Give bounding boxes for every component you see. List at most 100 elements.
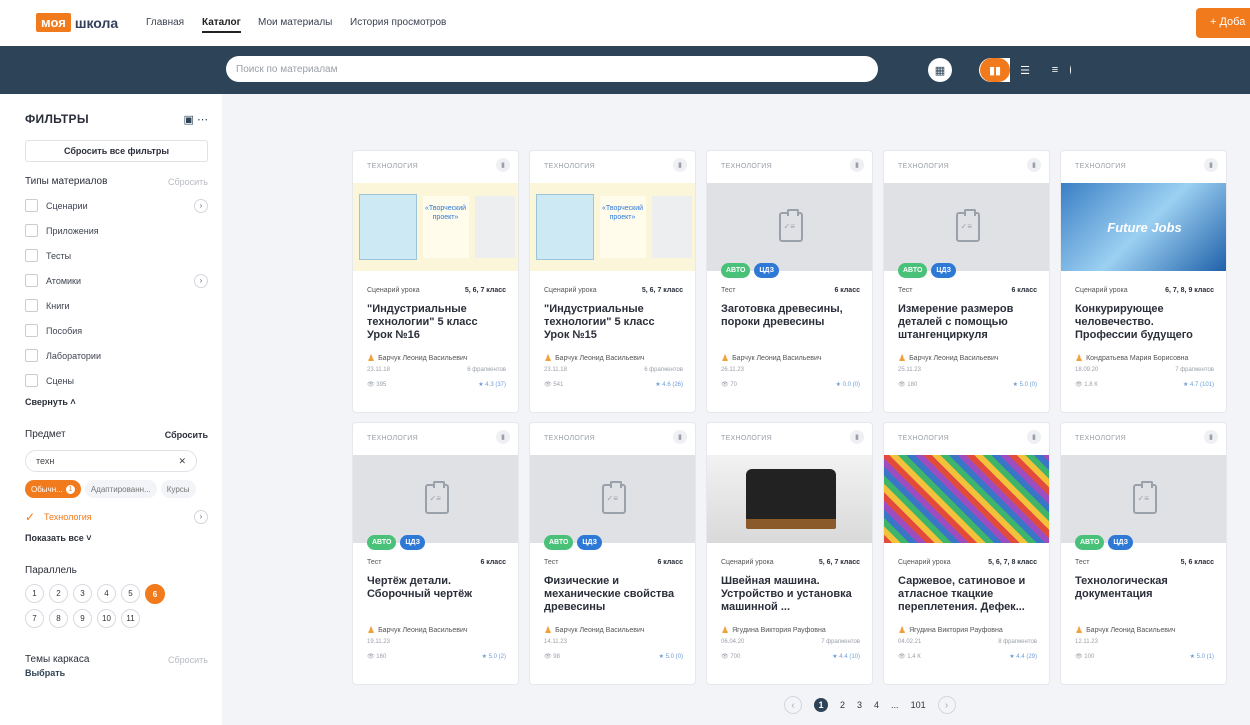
grade-2-button[interactable]: 2 — [49, 584, 68, 603]
card-author[interactable]: ♟ Барчук Леонид Васильевич — [1075, 625, 1176, 636]
chip-courses[interactable]: Курсы — [160, 480, 196, 498]
page-2[interactable]: 2 — [840, 700, 845, 710]
card-views: 👁 700 — [721, 654, 741, 660]
card-author[interactable]: ♟ Ягудина Виктория Рауфовна — [721, 625, 826, 636]
type-checkbox[interactable]: Пособия — [25, 318, 208, 343]
nav-home[interactable]: Главная — [146, 17, 184, 28]
material-card[interactable]: ТЕХНОЛОГИЯ ▮ «Творческий проект» Сценарий у… — [352, 150, 519, 413]
search-input[interactable] — [226, 56, 878, 82]
card-rating: ★ 4.6 (26) — [655, 382, 683, 388]
material-card[interactable]: ТЕХНОЛОГИЯ ▮ Сценарий урока 5, 6, 7 класс Шв… — [706, 422, 873, 685]
material-card[interactable]: ТЕХНОЛОГИЯ ▮ АВТОЦДЗ Тест 6 класс Физические … — [529, 422, 696, 685]
card-image — [707, 183, 872, 271]
card-author[interactable]: ♟ Ягудина Виктория Рауфовна — [898, 625, 1003, 636]
grade-11-button[interactable]: 11 — [121, 609, 140, 628]
next-page-arrow-icon[interactable]: › — [937, 696, 956, 714]
type-checkbox[interactable]: Тесты — [25, 243, 208, 268]
card-title[interactable]: Чертёж детали. Сборочный чертёж — [367, 575, 506, 601]
nav-catalog[interactable]: Каталог — [202, 17, 241, 33]
bookmark-icon[interactable]: ▮ — [1027, 430, 1041, 444]
card-title[interactable]: Саржевое, сатиновое и атласное ткацкие п… — [898, 575, 1037, 614]
grid-view-icon[interactable]: ▮▮ — [980, 58, 1010, 82]
bookmark-icon[interactable]: ▮ — [673, 158, 687, 172]
page-...[interactable]: ... — [891, 700, 899, 710]
subject-checkbox[interactable]: ✓ Технология › — [25, 504, 208, 529]
types-reset[interactable]: Сбросить — [168, 177, 208, 187]
grade-9-button[interactable]: 9 — [73, 609, 92, 628]
bookmark-icon[interactable]: ▮ — [850, 158, 864, 172]
card-author[interactable]: ♟ Барчук Леонид Васильевич — [544, 353, 645, 364]
page-101[interactable]: 101 — [911, 700, 926, 710]
page-4[interactable]: 4 — [874, 700, 879, 710]
themes-reset[interactable]: Сбросить — [168, 655, 208, 665]
prev-page-arrow-icon[interactable]: ‹ — [784, 696, 802, 714]
card-title[interactable]: "Индустриальные технологии" 5 класс Урок… — [367, 303, 506, 342]
card-title[interactable]: Технологическая документация — [1075, 575, 1214, 601]
card-author[interactable]: ♟ Барчук Леонид Васильевич — [544, 625, 645, 636]
material-card[interactable]: ТЕХНОЛОГИЯ ▮ АВТОЦДЗ Тест 6 класс Чертёж дета… — [352, 422, 519, 685]
material-card[interactable]: ТЕХНОЛОГИЯ ▮ Сценарий урока 5, 6, 7, 8 клас… — [883, 422, 1050, 685]
logo[interactable]: моя школа — [36, 13, 118, 32]
grade-1-button[interactable]: 1 — [25, 584, 44, 603]
card-title[interactable]: Конкурирующее человечество. Профессии бу… — [1075, 303, 1214, 342]
type-checkbox[interactable]: Книги — [25, 293, 208, 318]
nav-history[interactable]: История просмотров — [350, 17, 446, 28]
material-card[interactable]: ТЕХНОЛОГИЯ ▮ «Творческий проект» Сценарий у… — [529, 150, 696, 413]
add-button[interactable]: + Доба — [1196, 8, 1250, 38]
type-checkbox[interactable]: Атомики › — [25, 268, 208, 293]
card-title[interactable]: "Индустриальные технологии" 5 класс Урок… — [544, 303, 683, 342]
card-author[interactable]: ♟ Барчук Леонид Васильевич — [367, 353, 468, 364]
card-author[interactable]: ♟ Барчук Леонид Васильевич — [721, 353, 822, 364]
bookmark-icon[interactable]: ▮ — [1204, 158, 1218, 172]
page-1[interactable]: 1 — [814, 698, 828, 712]
grade-5-button[interactable]: 5 — [121, 584, 140, 603]
card-author[interactable]: ♟ Барчук Леонид Васильевич — [367, 625, 468, 636]
reset-all-filters-button[interactable]: Сбросить все фильтры — [25, 140, 208, 162]
type-checkbox[interactable]: Лаборатории — [25, 343, 208, 368]
subject-search-input[interactable]: техн ✕ — [25, 450, 197, 472]
list-view-icon[interactable]: ☰ — [1010, 58, 1040, 82]
grade-4-button[interactable]: 4 — [97, 584, 116, 603]
nav-my-materials[interactable]: Мои материалы — [258, 17, 332, 28]
compact-view-icon[interactable]: ≡ — [1040, 58, 1070, 82]
card-title[interactable]: Заготовка древесины, пороки древесины — [721, 303, 860, 329]
collapse-link[interactable]: Свернуть ˄ — [25, 397, 208, 407]
card-title[interactable]: Измерение размеров деталей с помощью шта… — [898, 303, 1037, 342]
bookmark-icon[interactable]: ▮ — [1027, 158, 1041, 172]
material-card[interactable]: ТЕХНОЛОГИЯ ▮ АВТОЦДЗ Тест 5, 6 класс Технолог… — [1060, 422, 1227, 685]
bookmark-icon[interactable]: ▮ — [850, 430, 864, 444]
grade-7-button[interactable]: 7 — [25, 609, 44, 628]
grade-6-button[interactable]: 6 — [145, 584, 165, 604]
material-card[interactable]: ТЕХНОЛОГИЯ ▮ АВТОЦДЗ Тест 6 класс Заготовка д… — [706, 150, 873, 413]
card-author[interactable]: ♟ Кондратьева Мария Борисовна — [1075, 353, 1188, 364]
chip-adapted[interactable]: Адаптированн... — [84, 480, 157, 498]
card-author[interactable]: ♟ Барчук Леонид Васильевич — [898, 353, 999, 364]
chevron-right-icon[interactable]: › — [194, 509, 208, 524]
card-title[interactable]: Швейная машина. Устройство и установка м… — [721, 575, 860, 614]
type-checkbox[interactable]: Сцены — [25, 368, 208, 393]
subject-reset[interactable]: Сбросить — [165, 430, 208, 440]
grade-10-button[interactable]: 10 — [97, 609, 116, 628]
chip-ordinary[interactable]: Обычн... 1 — [25, 480, 81, 498]
material-card[interactable]: ТЕХНОЛОГИЯ ▮ Future Jobs Сценарий урока 6, 7… — [1060, 150, 1227, 413]
clear-icon[interactable]: ✕ — [178, 456, 186, 467]
bookmark-icon[interactable]: ▮ — [496, 158, 510, 172]
card-title[interactable]: Физические и механические свойства древе… — [544, 575, 683, 614]
card-rating: ★ 5.0 (0) — [658, 654, 683, 660]
grade-8-button[interactable]: 8 — [49, 609, 68, 628]
themes-select-link[interactable]: Выбрать — [25, 668, 208, 678]
material-card[interactable]: ТЕХНОЛОГИЯ ▮ АВТОЦДЗ Тест 6 класс Измерение р… — [883, 150, 1050, 413]
calendar-icon[interactable]: ▦ — [928, 58, 952, 82]
page-3[interactable]: 3 — [857, 700, 862, 710]
show-all-link[interactable]: Показать все ˅ — [25, 533, 208, 543]
card-rating: ★ 5.0 (2) — [481, 654, 506, 660]
chevron-right-icon[interactable]: › — [194, 273, 208, 288]
grade-3-button[interactable]: 3 — [73, 584, 92, 603]
save-icon[interactable]: ▣ ⋯ — [184, 113, 208, 126]
bookmark-icon[interactable]: ▮ — [496, 430, 510, 444]
bookmark-icon[interactable]: ▮ — [673, 430, 687, 444]
type-checkbox[interactable]: Сценарии › — [25, 193, 208, 218]
type-checkbox[interactable]: Приложения — [25, 218, 208, 243]
chevron-right-icon[interactable]: › — [194, 198, 208, 213]
bookmark-icon[interactable]: ▮ — [1204, 430, 1218, 444]
